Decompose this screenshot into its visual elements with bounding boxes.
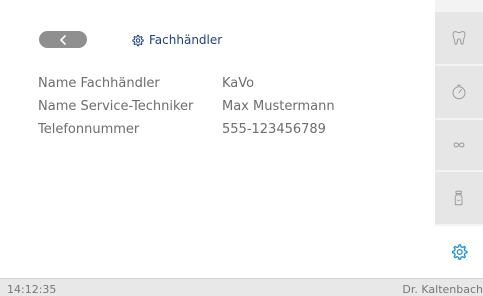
sidebar-item-timer[interactable] — [435, 66, 483, 118]
status-user: Dr. Kaltenbach — [402, 283, 483, 296]
page-title: Fachhändler — [131, 31, 222, 49]
chevron-left-icon — [60, 34, 66, 45]
infinity-icon — [453, 142, 465, 148]
gear-icon — [132, 34, 144, 46]
status-bar: 14:12:35 Dr. Kaltenbach — [0, 278, 483, 296]
gear-icon — [451, 244, 468, 260]
tooth-icon — [452, 31, 466, 45]
dealer-name-value: KaVo — [222, 76, 255, 91]
technician-name-value: Max Mustermann — [222, 99, 335, 114]
status-time: 14:12:35 — [7, 283, 57, 296]
main-panel: Fachhändler Name Fachhändler KaVo Name S… — [0, 0, 435, 278]
spray-bottle-icon — [454, 190, 463, 206]
sidebar-item-continuous[interactable] — [435, 120, 483, 170]
phone-number-label: Telefonnummer — [38, 122, 140, 137]
sidebar-item-care[interactable] — [435, 172, 483, 224]
technician-name-label: Name Service-Techniker — [38, 99, 194, 114]
sidebar-item-dental[interactable] — [435, 12, 483, 64]
back-button[interactable] — [39, 31, 87, 48]
dealer-name-label: Name Fachhändler — [38, 76, 160, 91]
phone-number-value: 555-123456789 — [222, 122, 326, 137]
sidebar-item-settings[interactable] — [435, 226, 483, 278]
page-title-text: Fachhändler — [149, 33, 223, 47]
timer-icon — [452, 84, 466, 100]
